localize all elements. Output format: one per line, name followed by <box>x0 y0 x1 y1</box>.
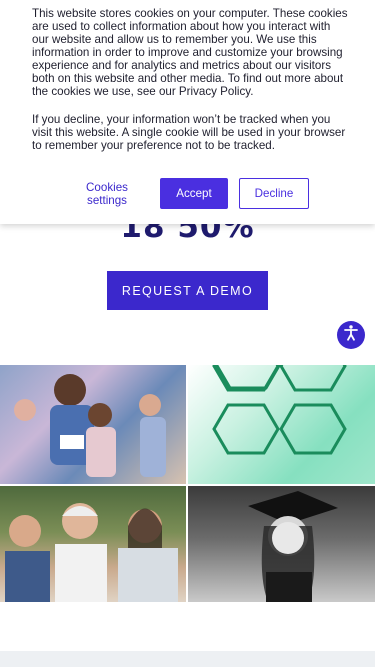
request-demo-button[interactable]: REQUEST A DEMO <box>107 271 268 310</box>
accept-cookies-button[interactable]: Accept <box>160 178 228 209</box>
color-run-photo <box>0 365 186 484</box>
cookie-text-decline-info: If you decline, your information won’t b… <box>32 113 346 152</box>
accessibility-icon <box>342 324 360 347</box>
cookie-text-main: This website stores cookies on your comp… <box>32 7 348 98</box>
cookie-banner: This website stores cookies on your comp… <box>0 0 375 224</box>
decline-cookies-button[interactable]: Decline <box>239 178 309 209</box>
graduate-photo <box>188 486 375 602</box>
diverse-people-photo <box>0 486 186 602</box>
photo-grid <box>0 365 375 602</box>
cookies-settings-button[interactable]: Cookies settings <box>62 179 152 209</box>
footer-band <box>0 651 375 667</box>
hexagon-pattern <box>188 365 375 484</box>
accessibility-button[interactable] <box>337 321 365 349</box>
